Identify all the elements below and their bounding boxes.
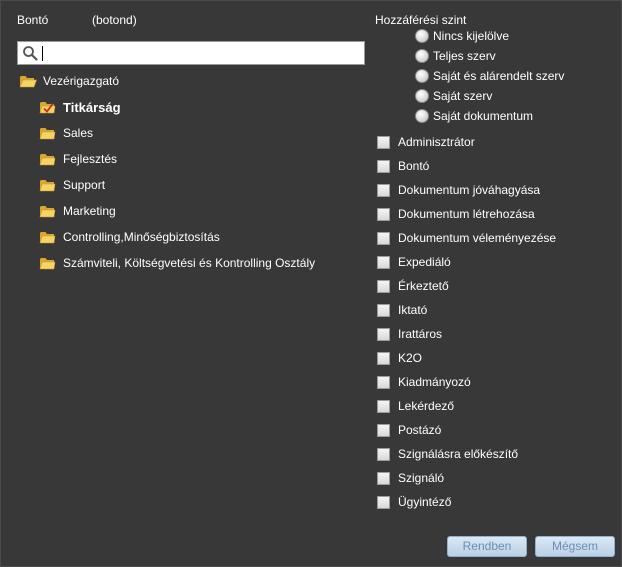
radio-button[interactable] — [415, 69, 429, 83]
radio-sajat-dokumentum[interactable]: Saját dokumentum — [415, 107, 533, 125]
role-label: Dokumentum véleményezése — [398, 231, 557, 245]
radio-label: Saját szerv — [433, 89, 493, 103]
role-checkbox[interactable] — [377, 447, 390, 461]
tree-node-root[interactable]: Vezérigazgató — [19, 71, 119, 91]
role-checkbox[interactable] — [377, 471, 390, 485]
ok-button[interactable]: Rendben — [447, 536, 527, 557]
role-lekerdezo[interactable]: Lekérdező — [377, 396, 454, 416]
role-dokumentum-letrehozasa[interactable]: Dokumentum létrehozása — [377, 204, 535, 224]
role-k2o[interactable]: K2O — [377, 348, 422, 368]
role-label: Kiadmányozó — [398, 375, 471, 389]
role-checkbox[interactable] — [377, 327, 390, 341]
role-checkbox[interactable] — [377, 279, 390, 293]
tree-node-fejlesztes[interactable]: Fejlesztés — [39, 149, 117, 169]
role-label: Irattáros — [398, 327, 443, 341]
role-postazo[interactable]: Postázó — [377, 420, 441, 440]
role-szignalo[interactable]: Szignáló — [377, 468, 444, 488]
radio-button[interactable] — [415, 109, 429, 123]
user-info: Bontó (botond) — [17, 13, 137, 27]
tree-node-controlling[interactable]: Controlling,Minőségbiztosítás — [39, 227, 220, 247]
folder-icon — [39, 128, 56, 140]
role-dokumentum-velemenyezese[interactable]: Dokumentum véleményezése — [377, 228, 556, 248]
role-label: K2O — [398, 351, 423, 365]
radio-button[interactable] — [415, 89, 429, 103]
radio-sajat-szerv[interactable]: Saját szerv — [415, 87, 492, 105]
radio-label: Saját és alárendelt szerv — [433, 69, 565, 83]
role-checkbox[interactable] — [377, 159, 390, 173]
cancel-button[interactable]: Mégsem — [535, 536, 615, 557]
tree-node-label: Marketing — [63, 204, 116, 218]
text-cursor — [42, 46, 43, 61]
role-adminisztrator[interactable]: Adminisztrátor — [377, 132, 475, 152]
radio-button[interactable] — [415, 29, 429, 43]
role-label: Dokumentum jóváhagyása — [398, 183, 541, 197]
role-checkbox[interactable] — [377, 399, 390, 413]
user-name: Bontó — [17, 13, 49, 27]
role-label: Bontó — [398, 159, 430, 173]
role-label: Szignáló — [398, 471, 445, 485]
radio-sajat-es-alarendelt[interactable]: Saját és alárendelt szerv — [415, 67, 564, 85]
role-checkbox[interactable] — [377, 135, 390, 149]
role-checkbox[interactable] — [377, 207, 390, 221]
radio-nincs-kijelolve[interactable]: Nincs kijelölve — [415, 27, 509, 45]
access-level-title: Hozzáférési szint — [375, 13, 467, 27]
role-expedialo[interactable]: Expediáló — [377, 252, 451, 272]
folder-icon — [39, 258, 56, 270]
tree-node-label: Vezérigazgató — [43, 74, 120, 88]
role-dialog: Bontó (botond) Vezérigazgató Titkárság S… — [0, 0, 622, 567]
search-input[interactable] — [17, 41, 365, 65]
tree-node-titkarsag[interactable]: Titkárság — [39, 97, 121, 117]
role-checkbox[interactable] — [377, 495, 390, 509]
role-label: Expediáló — [398, 255, 451, 269]
role-label: Dokumentum létrehozása — [398, 207, 535, 221]
role-label: Adminisztrátor — [398, 135, 475, 149]
tree-node-label: Titkárság — [63, 99, 121, 115]
role-checkbox[interactable] — [377, 255, 390, 269]
tree-node-sales[interactable]: Sales — [39, 123, 93, 143]
role-erkezteto[interactable]: Érkeztető — [377, 276, 449, 296]
tree-node-label: Support — [63, 178, 106, 192]
role-irattaros[interactable]: Irattáros — [377, 324, 442, 344]
role-checkbox[interactable] — [377, 375, 390, 389]
role-label: Postázó — [398, 423, 442, 437]
tree-node-support[interactable]: Support — [39, 175, 105, 195]
role-checkbox[interactable] — [377, 231, 390, 245]
folder-icon — [39, 154, 56, 166]
folder-icon — [39, 206, 56, 218]
tree-node-label: Controlling,Minőségbiztosítás — [63, 230, 220, 244]
radio-label: Nincs kijelölve — [433, 29, 510, 43]
role-ugyintezo[interactable]: Ügyintéző — [377, 492, 451, 512]
role-bonto[interactable]: Bontó — [377, 156, 429, 176]
tree-node-label: Számviteli, Költségvetési és Kontrolling… — [63, 256, 316, 270]
role-label: Érkeztető — [398, 279, 449, 293]
role-checkbox[interactable] — [377, 423, 390, 437]
tree-node-label: Sales — [63, 126, 94, 140]
radio-label: Teljes szerv — [433, 49, 496, 63]
role-label: Szignálásra előkészítő — [398, 447, 519, 461]
tree-node-marketing[interactable]: Marketing — [39, 201, 116, 221]
role-checkbox[interactable] — [377, 303, 390, 317]
user-login: (botond) — [92, 13, 137, 27]
folder-open-icon — [19, 76, 37, 88]
folder-icon — [39, 232, 56, 244]
role-label: Lekérdező — [398, 399, 455, 413]
role-szignalasra-elokeszito[interactable]: Szignálásra előkészítő — [377, 444, 518, 464]
radio-label: Saját dokumentum — [433, 109, 534, 123]
role-iktato[interactable]: Iktató — [377, 300, 427, 320]
role-checkbox[interactable] — [377, 183, 390, 197]
search-icon — [23, 46, 38, 61]
role-dokumentum-jovahagyasa[interactable]: Dokumentum jóváhagyása — [377, 180, 540, 200]
radio-teljes-szerv[interactable]: Teljes szerv — [415, 47, 496, 65]
role-label: Ügyintéző — [398, 495, 452, 509]
role-checkbox[interactable] — [377, 351, 390, 365]
radio-button[interactable] — [415, 49, 429, 63]
tree-node-szamviteli[interactable]: Számviteli, Költségvetési és Kontrolling… — [39, 253, 315, 273]
tree-node-label: Fejlesztés — [63, 152, 118, 166]
role-kiadmanyozo[interactable]: Kiadmányozó — [377, 372, 471, 392]
folder-checked-icon — [39, 102, 56, 114]
folder-icon — [39, 180, 56, 192]
role-label: Iktató — [398, 303, 428, 317]
